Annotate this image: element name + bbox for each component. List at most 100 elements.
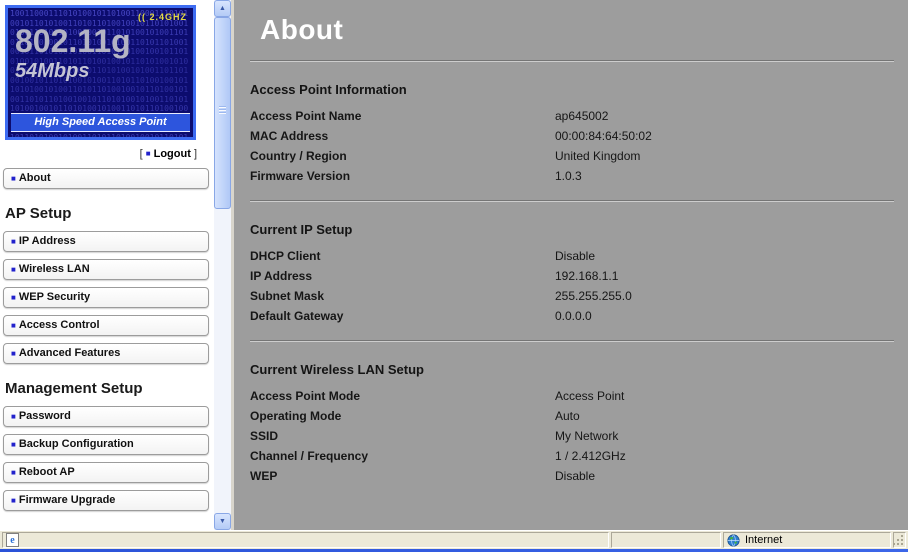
- info-label: Channel / Frequency: [250, 449, 369, 463]
- nav-heading-management-setup: Management Setup: [5, 380, 143, 397]
- sidebar-item-label: IP Address: [18, 235, 76, 247]
- wifi-standard-label: 802.11g: [15, 23, 131, 59]
- info-value: Auto: [555, 409, 580, 423]
- info-value: 0.0.0.0: [555, 309, 592, 323]
- info-value: Disable: [555, 469, 596, 483]
- bullet-icon: ■: [11, 265, 16, 274]
- frameset: 1001100011101010010110100110001110101001…: [0, 0, 908, 530]
- speed-label: 54Mbps: [15, 60, 90, 82]
- sidebar-item-password[interactable]: ■ Password: [3, 406, 209, 427]
- bullet-icon: ■: [11, 496, 16, 505]
- info-row: Access Point Mode Access Point: [250, 386, 894, 406]
- info-value: Disable: [555, 249, 596, 263]
- sidebar-item-wep-security[interactable]: ■ WEP Security: [3, 287, 209, 308]
- info-row: Subnet Mask 255.255.255.0: [250, 286, 894, 306]
- info-value: Access Point: [555, 389, 625, 403]
- sidebar-item-ip-address[interactable]: ■ IP Address: [3, 231, 209, 252]
- section-current-ip-setup: Current IP Setup DHCP Client Disable IP …: [250, 222, 894, 326]
- section-heading: Current Wireless LAN Setup: [250, 362, 424, 377]
- scroll-up-button[interactable]: ▲: [214, 0, 231, 17]
- info-value: 192.168.1.1: [555, 269, 619, 283]
- horizontal-rule: [250, 200, 894, 202]
- sidebar-item-label: Backup Configuration: [18, 438, 134, 450]
- info-value: 255.255.255.0: [555, 289, 632, 303]
- info-row: MAC Address 00:00:84:64:50:02: [250, 126, 894, 146]
- resize-grip[interactable]: [893, 532, 906, 548]
- info-row: Operating Mode Auto: [250, 406, 894, 426]
- bullet-icon: ■: [11, 440, 16, 449]
- info-row: Default Gateway 0.0.0.0: [250, 306, 894, 326]
- sidebar: 1001100011101010010110100110001110101001…: [0, 0, 231, 530]
- logout-row: [ ■ Logout ]: [3, 140, 209, 166]
- sidebar-item-backup-configuration[interactable]: ■ Backup Configuration: [3, 434, 209, 455]
- scrollbar-track[interactable]: [214, 17, 231, 513]
- info-label: Default Gateway: [250, 309, 344, 323]
- logo-tagline: High Speed Access Point: [11, 113, 190, 132]
- info-value: ap645002: [555, 109, 609, 123]
- info-label: Country / Region: [250, 149, 347, 163]
- info-label: MAC Address: [250, 129, 329, 143]
- bullet-icon: ■: [11, 412, 16, 421]
- sidebar-item-reboot-ap[interactable]: ■ Reboot AP: [3, 462, 209, 483]
- product-logo: 1001100011101010010110100110001110101001…: [5, 5, 196, 140]
- info-label: Access Point Mode: [250, 389, 361, 403]
- status-bar: e Internet: [0, 530, 908, 549]
- sidebar-item-label: Wireless LAN: [18, 263, 90, 275]
- scroll-down-button[interactable]: ▼: [214, 513, 231, 530]
- section-heading: Current IP Setup: [250, 222, 353, 237]
- info-label: Subnet Mask: [250, 289, 325, 303]
- bullet-icon: ■: [145, 149, 151, 158]
- zone-label: Internet: [745, 534, 783, 546]
- horizontal-rule: [250, 340, 894, 342]
- sidebar-item-label: Access Control: [18, 319, 100, 331]
- status-progress-panel: [611, 532, 721, 548]
- info-row: SSID My Network: [250, 426, 894, 446]
- info-value: 00:00:84:64:50:02: [555, 129, 652, 143]
- nav-heading-ap-setup: AP Setup: [5, 205, 72, 222]
- sidebar-item-advanced-features[interactable]: ■ Advanced Features: [3, 343, 209, 364]
- section-heading: Access Point Information: [250, 82, 407, 97]
- sidebar-item-label: Password: [18, 410, 71, 422]
- info-label: SSID: [250, 429, 279, 443]
- scroll-up-icon: ▲: [219, 5, 226, 12]
- main-content: About Access Point Information Access Po…: [234, 0, 908, 530]
- sidebar-item-label: Firmware Upgrade: [18, 494, 116, 506]
- info-label: WEP: [250, 469, 278, 483]
- horizontal-rule: [250, 60, 894, 62]
- sidebar-item-label: WEP Security: [18, 291, 91, 303]
- sidebar-item-label: Reboot AP: [18, 466, 75, 478]
- info-row: Firmware Version 1.0.3: [250, 166, 894, 186]
- bullet-icon: ■: [11, 174, 16, 183]
- info-value: My Network: [555, 429, 619, 443]
- logout-close-bracket: ]: [193, 148, 197, 160]
- sidebar-item-label: Advanced Features: [18, 347, 121, 359]
- bullet-icon: ■: [11, 237, 16, 246]
- sidebar-item-wireless-lan[interactable]: ■ Wireless LAN: [3, 259, 209, 280]
- info-row: Channel / Frequency 1 / 2.412GHz: [250, 446, 894, 466]
- sidebar-scrollbar[interactable]: ▲ ▼: [214, 0, 231, 530]
- section-access-point-information: Access Point Information Access Point Na…: [250, 82, 894, 186]
- info-label: Firmware Version: [250, 169, 351, 183]
- sidebar-item-firmware-upgrade[interactable]: ■ Firmware Upgrade: [3, 490, 209, 511]
- logout-open-bracket: [: [139, 148, 143, 160]
- scrollbar-thumb[interactable]: [214, 17, 231, 209]
- bullet-icon: ■: [11, 293, 16, 302]
- sidebar-item-label: About: [18, 172, 51, 184]
- info-row: DHCP Client Disable: [250, 246, 894, 266]
- bullet-icon: ■: [11, 468, 16, 477]
- sidebar-item-about[interactable]: ■ About: [3, 168, 209, 189]
- section-current-wireless-lan-setup: Current Wireless LAN Setup Access Point …: [250, 362, 894, 486]
- status-zone-panel: Internet: [723, 532, 891, 548]
- scroll-down-icon: ▼: [219, 518, 226, 525]
- info-label: Access Point Name: [250, 109, 362, 123]
- bullet-icon: ■: [11, 321, 16, 330]
- status-main-panel: e: [2, 532, 609, 548]
- info-label: DHCP Client: [250, 249, 321, 263]
- sidebar-item-access-control[interactable]: ■ Access Control: [3, 315, 209, 336]
- info-row: WEP Disable: [250, 466, 894, 486]
- page-icon: e: [6, 533, 19, 547]
- info-row: IP Address 192.168.1.1: [250, 266, 894, 286]
- logout-link[interactable]: ■ Logout: [146, 148, 191, 160]
- sidebar-content: 1001100011101010010110100110001110101001…: [0, 0, 214, 530]
- info-label: IP Address: [250, 269, 313, 283]
